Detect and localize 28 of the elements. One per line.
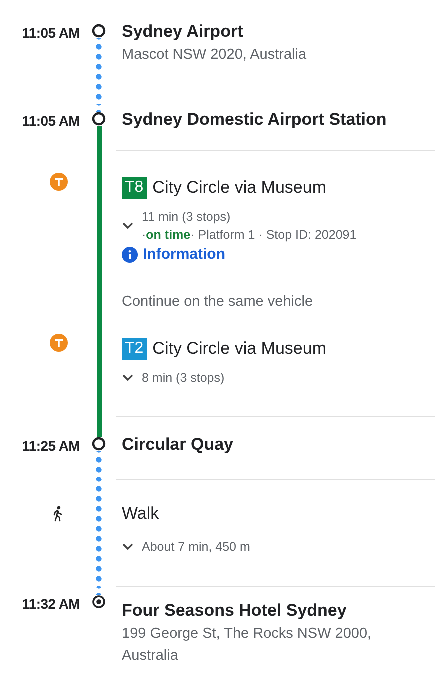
information-link[interactable]: Information (143, 246, 226, 263)
stop-name: Four Seasons Hotel Sydney (122, 600, 348, 622)
stop-time: 11:32 AM (22, 596, 80, 612)
route-badge: T2 (122, 338, 147, 360)
chevron-down-icon[interactable] (122, 374, 134, 382)
stop-name: Circular Quay (122, 434, 234, 456)
route-badge: T8 (122, 177, 147, 199)
stop-time: 11:05 AM (22, 25, 80, 41)
stop-time: 11:25 AM (22, 438, 80, 454)
trip-duration: 11 min (3 stops) (142, 209, 232, 226)
stop-name: Sydney Domestic Airport Station (122, 109, 388, 131)
train-icon (50, 173, 68, 191)
route-name: City Circle via Museum (152, 338, 326, 360)
stop-address: 199 George St, The Rocks NSW 2000, Australia (122, 625, 373, 666)
trip-status: ·on time· Platform 1 · Stop ID: 202091 (142, 227, 357, 244)
trip-duration: 8 min (3 stops) (142, 370, 225, 387)
info-icon (122, 246, 138, 262)
chevron-down-icon[interactable] (122, 222, 134, 230)
transfer-note: Continue on the same vehicle (122, 294, 314, 310)
stop-address: Mascot NSW 2020, Australia (122, 46, 308, 65)
walk-label: Walk (122, 503, 160, 525)
walk-duration: About 7 min, 450 m (142, 539, 250, 556)
chevron-down-icon[interactable] (122, 543, 134, 551)
walking-person-icon (52, 506, 64, 522)
stop-name: Sydney Airport (122, 21, 244, 43)
stop-time: 11:05 AM (22, 113, 80, 129)
route-name: City Circle via Museum (152, 177, 326, 199)
train-icon (50, 334, 68, 352)
